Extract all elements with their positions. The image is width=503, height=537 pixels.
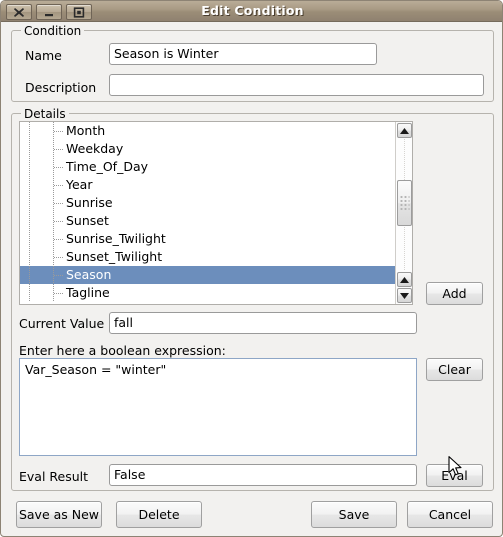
expression-textarea[interactable]: Var_Season = "winter": [19, 358, 417, 456]
scrollbar-thumb[interactable]: [397, 180, 412, 226]
close-icon[interactable]: [6, 4, 32, 20]
tree-item[interactable]: Time_Of_Day: [20, 158, 395, 176]
description-label: Description: [25, 80, 97, 95]
expression-label: Enter here a boolean expression:: [19, 343, 226, 358]
name-label: Name: [25, 48, 62, 63]
name-input[interactable]: Season is Winter: [109, 43, 377, 65]
tree-branch-icon: [54, 185, 64, 186]
tree-guide-line-icon: [29, 230, 30, 248]
tree-item[interactable]: Sunset_Twilight: [20, 248, 395, 266]
tree-item-label: Sunrise_Twilight: [66, 231, 166, 246]
tree-branch-icon: [54, 167, 64, 168]
details-group-legend: Details: [21, 108, 69, 120]
tree-item[interactable]: Sunrise_Twilight: [20, 230, 395, 248]
eval-button[interactable]: Eval: [426, 464, 483, 487]
tree-vertical-scrollbar[interactable]: [395, 122, 412, 304]
tree-guide-line-icon: [29, 176, 30, 194]
details-tree-viewport[interactable]: Month Weekday Time_Of_Day Year Sunrise Sunset…: [20, 122, 395, 304]
tree-guide-line-icon: [29, 140, 30, 158]
window-titlebar: Edit Condition: [1, 1, 502, 22]
tree-item[interactable]: Season: [20, 266, 395, 284]
details-tree-rows: Month Weekday Time_Of_Day Year Sunrise Sunset…: [20, 122, 395, 302]
delete-button[interactable]: Delete: [116, 501, 202, 528]
tree-branch-icon: [54, 239, 64, 240]
tree-guide-line-icon: [29, 194, 30, 212]
tree-item[interactable]: Month: [20, 122, 395, 140]
tree-branch-icon: [54, 203, 64, 204]
tree-item-label: Sunrise: [66, 195, 113, 210]
tree-guide-line-icon: [29, 248, 30, 266]
tree-item[interactable]: Year: [20, 176, 395, 194]
eval-result-field: False: [109, 464, 417, 486]
tree-branch-icon: [54, 275, 64, 276]
eval-result-label: Eval Result: [19, 469, 89, 484]
tree-branch-icon: [54, 293, 64, 294]
tree-item-label: Sunset: [66, 213, 109, 228]
tree-guide-line-icon: [29, 266, 30, 284]
minimize-icon[interactable]: [36, 4, 62, 20]
tree-item-label: Year: [66, 177, 93, 192]
tree-item-label: Weekday: [66, 141, 124, 156]
save-button[interactable]: Save: [311, 501, 397, 528]
tree-branch-icon: [54, 221, 64, 222]
tree-branch-icon: [54, 149, 64, 150]
tree-guide-line-icon: [29, 122, 30, 140]
scroll-up-bottom-icon[interactable]: [397, 272, 412, 287]
tree-item[interactable]: Sunrise: [20, 194, 395, 212]
scroll-down-icon[interactable]: [397, 288, 412, 303]
tree-item-label: Month: [66, 123, 106, 138]
tree-branch-icon: [54, 131, 64, 132]
condition-group-legend: Condition: [21, 25, 85, 37]
tree-item-label: Time_Of_Day: [66, 159, 149, 174]
tree-guide-line-icon: [29, 212, 30, 230]
details-tree[interactable]: Month Weekday Time_Of_Day Year Sunrise Sunset…: [19, 121, 413, 305]
tree-item-label: Sunset_Twilight: [66, 249, 163, 264]
add-button[interactable]: Add: [426, 282, 483, 305]
tree-item-label: Season: [66, 267, 112, 282]
tree-item-label: Tagline: [66, 285, 110, 300]
tree-guide-line-icon: [29, 158, 30, 176]
cancel-button[interactable]: Cancel: [407, 501, 493, 528]
current-value-label: Current Value: [19, 316, 105, 331]
edit-condition-window: Edit Condition Condition Name Season is …: [0, 0, 503, 537]
maximize-icon[interactable]: [66, 4, 92, 20]
tree-branch-icon: [54, 257, 64, 258]
tree-item[interactable]: Tagline: [20, 284, 395, 302]
tree-item[interactable]: Weekday: [20, 140, 395, 158]
tree-item[interactable]: Sunset: [20, 212, 395, 230]
scroll-up-icon[interactable]: [397, 123, 412, 138]
scrollbar-grip-icon: [400, 196, 409, 211]
current-value-field: fall: [109, 312, 417, 334]
tree-guide-line-icon: [29, 284, 30, 302]
save-as-new-button[interactable]: Save as New: [16, 501, 102, 528]
clear-button[interactable]: Clear: [426, 358, 483, 381]
description-input[interactable]: [109, 74, 484, 96]
